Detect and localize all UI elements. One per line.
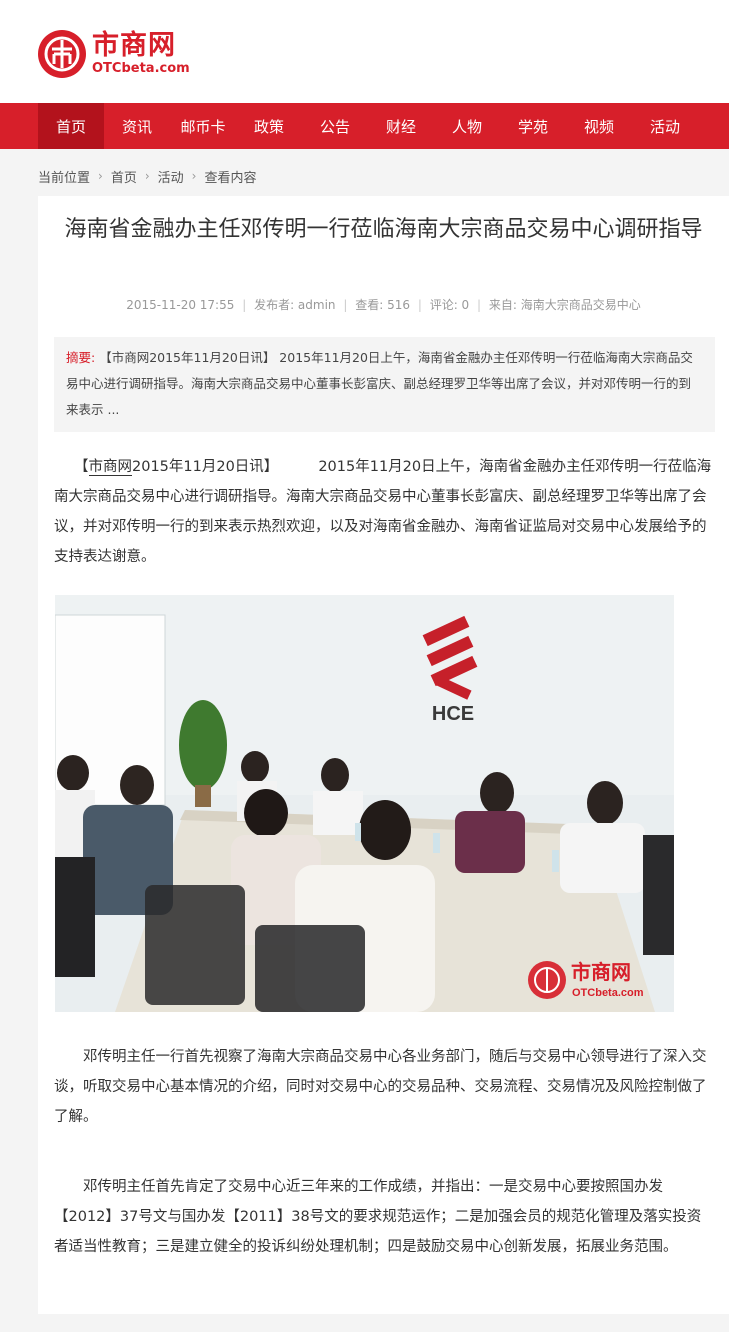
breadcrumb-home[interactable]: 首页 — [111, 167, 137, 186]
nav-item-video[interactable]: 视频 — [566, 103, 632, 149]
article-photo: HCE 市商网 OTCbeta.com — [55, 595, 674, 1012]
nav-item-home[interactable]: 首页 — [38, 103, 104, 149]
watermark-logo-icon — [528, 961, 566, 999]
meta-views: 查看: 516 — [355, 298, 410, 312]
article-container: 海南省金融办主任邓传明一行莅临海南大宗商品交易中心调研指导 2015-11-20… — [38, 196, 729, 1314]
watermark-subtitle: OTCbeta.com — [572, 987, 644, 999]
p1-open-bracket: 【 — [74, 459, 89, 475]
meta-author[interactable]: 发布者: admin — [254, 298, 335, 312]
breadcrumb: 当前位置 › 首页 › 活动 › 查看内容 — [38, 166, 257, 186]
article-paragraph-3: 邓传明主任首先肯定了交易中心近三年来的工作成绩，并指出：一是交易中心要按照国办发… — [54, 1179, 702, 1255]
site-header: 市商网 OTCbeta.com — [0, 0, 729, 103]
meta-comments[interactable]: 评论: 0 — [430, 298, 470, 312]
breadcrumb-events[interactable]: 活动 — [158, 167, 184, 186]
nav-item-people[interactable]: 人物 — [434, 103, 500, 149]
nav-item-stamps-coins-cards[interactable]: 邮币卡 — [170, 103, 236, 149]
nav-item-announcements[interactable]: 公告 — [302, 103, 368, 149]
chevron-right-icon: › — [144, 169, 150, 183]
chevron-right-icon: › — [98, 169, 103, 183]
chevron-right-icon: › — [191, 169, 197, 183]
article-paragraph-2: 邓传明主任一行首先视察了海南大宗商品交易中心各业务部门，随后与交易中心领导进行了… — [54, 1049, 707, 1125]
summary-text: 【市商网2015年11月20日讯】 2015年11月20日上午，海南省金融办主任… — [66, 350, 693, 417]
p1-date: 2015年11月20日讯】 — [132, 459, 279, 475]
nav-item-finance[interactable]: 财经 — [368, 103, 434, 149]
photo-wall-logo-text: HCE — [432, 703, 474, 725]
nav-item-events[interactable]: 活动 — [632, 103, 698, 149]
meta-date: 2015-11-20 17:55 — [126, 298, 235, 312]
breadcrumb-current: 查看内容 — [204, 170, 257, 186]
summary-label: 摘要: — [66, 350, 96, 365]
article-title: 海南省金融办主任邓传明一行莅临海南大宗商品交易中心调研指导 — [64, 217, 703, 242]
nav-item-policy[interactable]: 政策 — [236, 103, 302, 149]
nav-item-news[interactable]: 资讯 — [104, 103, 170, 149]
breadcrumb-prefix: 当前位置 — [38, 170, 91, 186]
article-paragraph-1: 【市商网2015年11月20日讯】 2015年11月20日上午，海南省金融办主任邓… — [54, 452, 714, 572]
meta-source: 来自: 海南大宗商品交易中心 — [488, 298, 641, 312]
article-meta: 2015-11-20 17:55 | 发布者: admin | 查看: 516 … — [126, 298, 641, 312]
nav-item-academy[interactable]: 学苑 — [500, 103, 566, 149]
watermark-title: 市商网 — [571, 960, 631, 984]
article-summary: 摘要: 【市商网2015年11月20日讯】 2015年11月20日上午，海南省金… — [54, 337, 715, 432]
logo-title: 市商网 — [92, 30, 176, 61]
p1-brand-link[interactable]: 市商网 — [88, 459, 132, 476]
site-logo[interactable]: 市商网 OTCbeta.com — [38, 28, 190, 80]
logo-subtitle: OTCbeta.com — [92, 61, 190, 76]
logo-mark-icon — [38, 30, 86, 78]
main-nav: 首页 资讯 邮币卡 政策 公告 财经 人物 学苑 视频 活动 — [0, 103, 729, 149]
